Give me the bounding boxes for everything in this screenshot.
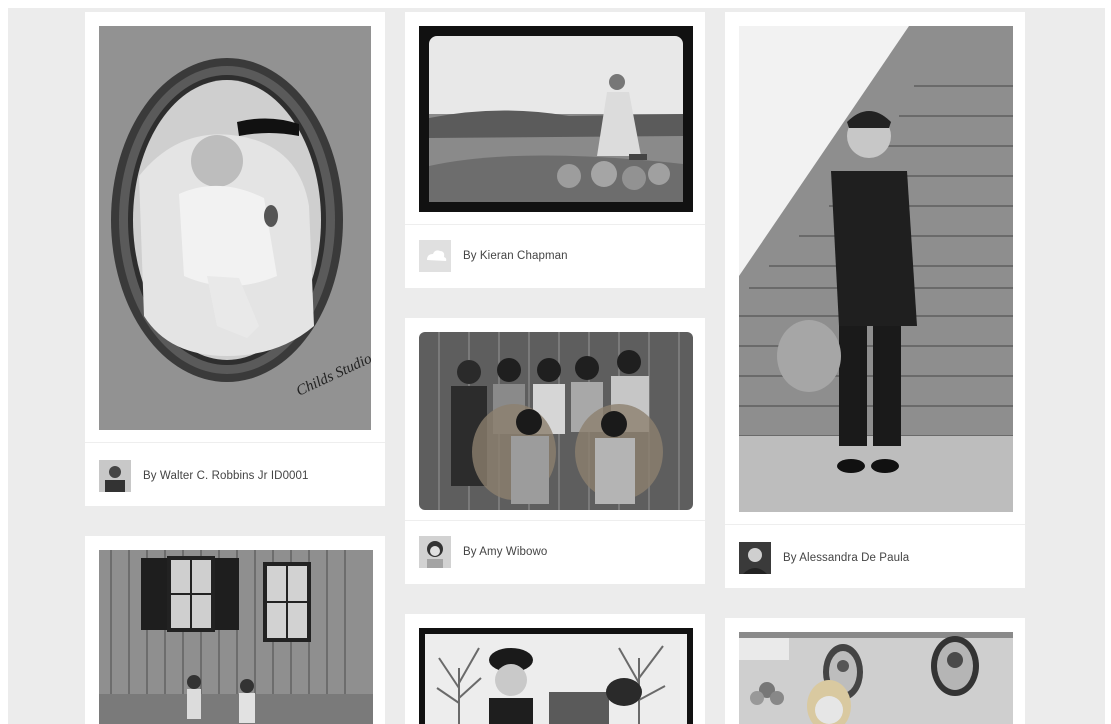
photo-card[interactable]: By Kieran Chapman xyxy=(405,12,705,288)
photo-card[interactable]: By Amy Wibowo xyxy=(405,318,705,584)
photo-caption: By Amy Wibowo xyxy=(419,534,547,570)
photo-card[interactable]: Childs Studio By Walter C. Robbins Jr ID… xyxy=(85,12,385,506)
child-in-cap-photo[interactable] xyxy=(419,628,693,724)
photo-card[interactable]: By Alessandra De Paula xyxy=(725,12,1025,588)
author-name[interactable]: By Amy Wibowo xyxy=(463,546,547,558)
author-avatar[interactable] xyxy=(739,542,771,574)
family-group-photo[interactable] xyxy=(419,332,693,510)
author-avatar[interactable] xyxy=(419,240,451,272)
photo-card[interactable] xyxy=(405,614,705,724)
photo-card[interactable] xyxy=(725,618,1025,724)
author-name[interactable]: By Kieran Chapman xyxy=(463,250,568,262)
portrait-wall-photo[interactable] xyxy=(739,632,1013,724)
author-name[interactable]: By Alessandra De Paula xyxy=(783,552,909,564)
photo-gallery-grid: Childs Studio By Walter C. Robbins Jr ID… xyxy=(8,8,1105,724)
author-avatar[interactable] xyxy=(419,536,451,568)
woman-on-rocks-photo[interactable] xyxy=(419,26,693,212)
boy-on-stairs-photo[interactable] xyxy=(739,26,1013,512)
author-avatar[interactable] xyxy=(99,460,131,492)
wooden-barn-photo[interactable] xyxy=(99,550,373,724)
baby-portrait-photo[interactable]: Childs Studio xyxy=(99,26,371,430)
author-name[interactable]: By Walter C. Robbins Jr ID0001 xyxy=(143,470,309,482)
photo-caption: By Walter C. Robbins Jr ID0001 xyxy=(99,458,309,494)
photo-card[interactable] xyxy=(85,536,385,724)
photo-caption: By Kieran Chapman xyxy=(419,238,568,274)
photo-caption: By Alessandra De Paula xyxy=(739,540,909,576)
